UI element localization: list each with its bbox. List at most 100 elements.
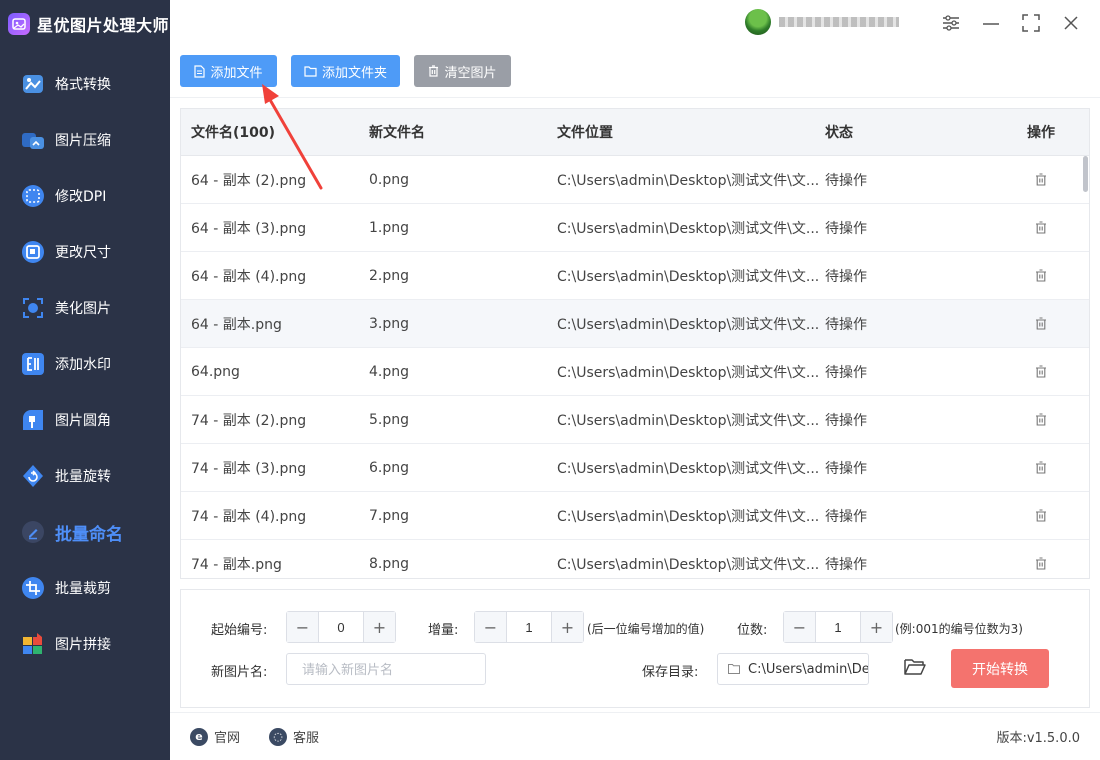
header-location: 文件位置 — [557, 125, 613, 141]
table-row[interactable]: 64 - 副本 (3).png 1.png C:\Users\admin\Deskt… — [181, 204, 1089, 252]
add-file-button[interactable]: 添加文件 — [180, 55, 277, 87]
sidebar-item-label: 添加水印 — [55, 357, 111, 373]
increment-label: 增量: — [428, 623, 459, 638]
sidebar-item-label: 图片圆角 — [55, 413, 111, 429]
close-icon[interactable] — [1060, 12, 1082, 34]
delete-icon[interactable] — [1035, 221, 1047, 234]
sidebar-item-label: 图片拼接 — [55, 637, 111, 653]
cell-location: C:\Users\admin\Desktop\测试文件\文... — [557, 316, 820, 333]
cell-file-name: 74 - 副本 (4).png — [191, 508, 307, 525]
delete-icon[interactable] — [1035, 173, 1047, 186]
table-row[interactable]: 74 - 副本 (4).png 7.png C:\Users\admin\Deskt… — [181, 492, 1089, 540]
delete-icon[interactable] — [1035, 317, 1047, 330]
increment-input[interactable] — [507, 612, 551, 642]
cell-location: C:\Users\admin\Desktop\测试文件\文... — [557, 508, 820, 525]
app-name: 星优图片处理大师 — [37, 16, 170, 35]
cell-location: C:\Users\admin\Desktop\测试文件\文... — [557, 268, 820, 285]
start-number-increment[interactable]: + — [363, 612, 395, 642]
cell-new-name: 6.png — [369, 459, 410, 476]
increment-decrement[interactable]: − — [475, 612, 507, 642]
rename-icon — [20, 519, 46, 545]
table-scrollbar[interactable] — [1083, 156, 1088, 578]
sidebar-item-resize[interactable]: 更改尺寸 — [0, 224, 170, 280]
user-account[interactable] — [745, 9, 930, 35]
sidebar-item-rotate[interactable]: 批量旋转 — [0, 448, 170, 504]
sidebar-item-rename[interactable]: 批量命名 — [0, 504, 170, 560]
cell-new-name: 8.png — [369, 555, 410, 572]
table-row[interactable]: 64.png 4.png C:\Users\admin\Desktop\测试文件\文… — [181, 348, 1089, 396]
rotate-icon — [20, 463, 46, 489]
compress-icon — [20, 127, 46, 153]
sidebar-item-stitch[interactable]: 图片拼接 — [0, 616, 170, 672]
support-label: 客服 — [293, 731, 320, 746]
sidebar-item-format-convert[interactable]: 格式转换 — [0, 56, 170, 112]
start-convert-button[interactable]: 开始转换 — [951, 649, 1049, 688]
table-row[interactable]: 64 - 副本.png 3.png C:\Users\admin\Desktop\测… — [181, 300, 1089, 348]
digits-hint: (例:001的编号位数为3) — [895, 622, 1023, 636]
sidebar-item-label: 修改DPI — [55, 189, 107, 205]
stitch-icon — [20, 631, 46, 657]
table-row[interactable]: 74 - 副本.png 8.png C:\Users\admin\Desktop\测… — [181, 540, 1089, 578]
support-link[interactable]: ◌ 客服 — [269, 727, 319, 746]
start-number-decrement[interactable]: − — [287, 612, 319, 642]
sidebar-item-round-corner[interactable]: 图片圆角 — [0, 392, 170, 448]
delete-icon[interactable] — [1035, 461, 1047, 474]
increment-increment[interactable]: + — [551, 612, 583, 642]
sidebar-item-dpi[interactable]: 修改DPI — [0, 168, 170, 224]
header-status: 状态 — [825, 125, 853, 141]
new-name-label: 新图片名: — [211, 665, 268, 680]
digits-decrement[interactable]: − — [784, 612, 816, 642]
maximize-icon[interactable] — [1020, 12, 1042, 34]
save-dir-field[interactable]: C:\Users\admin\Deskto — [717, 653, 869, 685]
start-number-input[interactable] — [319, 612, 363, 642]
table-row[interactable]: 74 - 副本 (2).png 5.png C:\Users\admin\Deskt… — [181, 396, 1089, 444]
sidebar-item-watermark[interactable]: 添加水印 — [0, 336, 170, 392]
sidebar-item-crop[interactable]: 批量裁剪 — [0, 560, 170, 616]
user-name-redacted — [779, 17, 899, 27]
delete-icon[interactable] — [1035, 269, 1047, 282]
delete-icon[interactable] — [1035, 413, 1047, 426]
cell-status: 待操作 — [825, 316, 867, 333]
table-row[interactable]: 64 - 副本 (2).png 0.png C:\Users\admin\Deskt… — [181, 156, 1089, 204]
toolbar: 添加文件 添加文件夹 清空图片 — [170, 48, 1100, 98]
clear-images-button[interactable]: 清空图片 — [414, 55, 511, 87]
cell-action — [1003, 461, 1079, 474]
add-folder-button[interactable]: 添加文件夹 — [291, 55, 400, 87]
delete-icon[interactable] — [1035, 557, 1047, 570]
increment-hint: (后一位编号增加的值) — [587, 622, 705, 636]
delete-icon[interactable] — [1035, 365, 1047, 378]
new-name-input[interactable] — [286, 653, 486, 685]
scrollbar-thumb[interactable] — [1083, 156, 1088, 192]
digits-input[interactable] — [816, 612, 860, 642]
table-row[interactable]: 74 - 副本 (3).png 6.png C:\Users\admin\Deskt… — [181, 444, 1089, 492]
open-folder-icon[interactable] — [904, 658, 926, 676]
beautify-icon — [20, 295, 46, 321]
sidebar-item-beautify[interactable]: 美化图片 — [0, 280, 170, 336]
sidebar-item-compress[interactable]: 图片压缩 — [0, 112, 170, 168]
dpi-icon — [20, 183, 46, 209]
cell-status: 待操作 — [825, 268, 867, 285]
digits-stepper: − + — [783, 611, 893, 643]
settings-sliders-icon[interactable] — [940, 12, 962, 34]
website-link[interactable]: e 官网 — [190, 727, 240, 746]
file-icon — [194, 64, 206, 78]
version-text: 版本:v1.5.0.0 — [996, 731, 1080, 746]
cell-action — [1003, 221, 1079, 234]
brand: 星优图片处理大师 — [0, 0, 170, 48]
cell-file-name: 64 - 副本 (2).png — [191, 172, 307, 189]
cell-status: 待操作 — [825, 460, 867, 477]
header-new-name: 新文件名 — [369, 125, 425, 141]
minimize-icon[interactable] — [980, 12, 1002, 34]
delete-icon[interactable] — [1035, 509, 1047, 522]
add-file-label: 添加文件 — [210, 65, 263, 81]
sidebar-item-label: 格式转换 — [55, 77, 111, 93]
cell-location: C:\Users\admin\Desktop\测试文件\文... — [557, 220, 820, 237]
crop-icon — [20, 575, 46, 601]
cell-file-name: 64.png — [191, 363, 240, 380]
digits-increment[interactable]: + — [860, 612, 892, 642]
cell-new-name: 5.png — [369, 411, 410, 428]
sidebar-item-label: 图片压缩 — [55, 133, 111, 149]
cell-action — [1003, 509, 1079, 522]
app-logo-icon — [8, 13, 30, 35]
table-row[interactable]: 64 - 副本 (4).png 2.png C:\Users\admin\Deskt… — [181, 252, 1089, 300]
